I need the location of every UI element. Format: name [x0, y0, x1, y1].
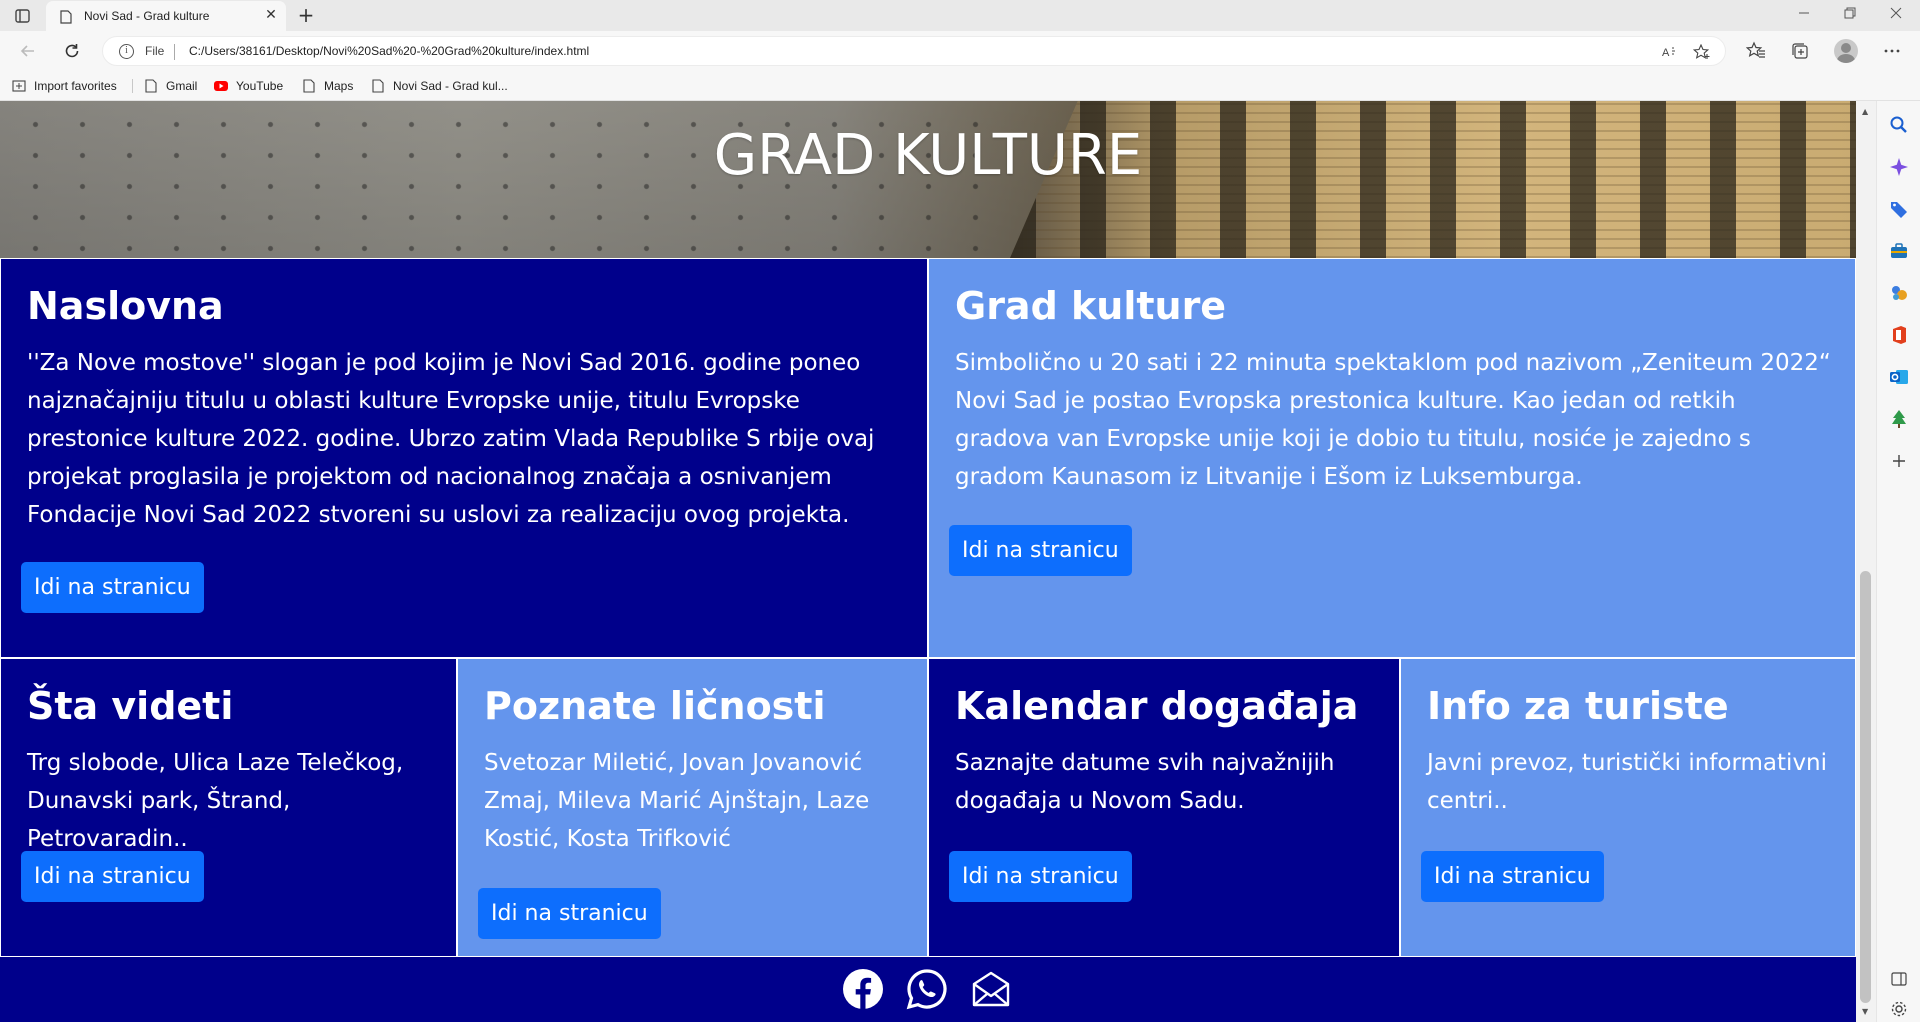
card-text: Saznajte datume svih najvažnijih događaj…: [955, 750, 1335, 814]
bookmark-maps[interactable]: Maps: [302, 77, 353, 95]
page-viewport: GRAD KULTURE Naslovna ''Za Nove mostove'…: [0, 101, 1856, 1022]
card-text: Svetozar Miletić, Jovan Jovanović Zmaj, …: [484, 750, 870, 852]
site-info-icon[interactable]: i: [119, 44, 134, 59]
settings-gear-icon[interactable]: [1889, 999, 1909, 1019]
card-kalendar-dogadjaja: Kalendar događaja Saznajte datume svih n…: [928, 658, 1400, 957]
favorites-icon[interactable]: [1745, 41, 1766, 61]
card-title: Poznate ličnosti: [484, 684, 826, 728]
card-title: Šta videti: [27, 684, 234, 728]
tab-bar: Novi Sad - Grad kulture ✕ +: [0, 0, 1920, 31]
card-text: Trg slobode, Ulica Laze Telečkog, Dunavs…: [27, 750, 404, 852]
browser-tab[interactable]: Novi Sad - Grad kulture ✕: [46, 1, 286, 31]
profile-avatar[interactable]: [1834, 39, 1858, 63]
browser-toolbar: i File C:/Users/38161/Desktop/Novi%20Sad…: [0, 31, 1920, 71]
card-button[interactable]: Idi na stranicu: [21, 851, 204, 902]
games-icon[interactable]: [1889, 283, 1909, 303]
sidebar-layout-icon[interactable]: [1889, 969, 1909, 989]
scroll-down-icon[interactable]: ▼: [1862, 1007, 1868, 1016]
hero-banner: GRAD KULTURE: [0, 101, 1856, 258]
card-button[interactable]: Idi na stranicu: [949, 851, 1132, 902]
search-icon[interactable]: [1889, 115, 1909, 135]
address-divider: [174, 44, 175, 60]
bookmarks-bar: Import favorites Gmail YouTube Maps Novi…: [0, 71, 1920, 101]
card-text: ''Za Nove mostove'' slogan je pod kojim …: [27, 350, 875, 528]
youtube-icon: [214, 79, 228, 93]
read-aloud-icon[interactable]: A: [1661, 44, 1679, 60]
back-arrow-icon[interactable]: [18, 41, 38, 61]
card-title: Kalendar događaja: [955, 684, 1359, 728]
restore-icon[interactable]: [1840, 6, 1860, 24]
bookmarks-divider: [132, 79, 133, 93]
scrollbar-thumb[interactable]: [1860, 571, 1871, 1003]
bookmark-label: YouTube: [236, 79, 284, 93]
close-tab-icon[interactable]: ✕: [264, 8, 278, 22]
tab-actions-icon[interactable]: [12, 7, 34, 25]
page-icon: [144, 79, 158, 93]
page-icon: [60, 9, 72, 24]
card-title: Grad kulture: [955, 284, 1227, 328]
card-button[interactable]: Idi na stranicu: [949, 525, 1132, 576]
tree-icon[interactable]: [1889, 409, 1909, 429]
card-grad-kulture: Grad kulture Simbolično u 20 sati i 22 m…: [928, 258, 1856, 658]
bookmark-label: Novi Sad - Grad kul...: [393, 79, 508, 93]
hero-title: GRAD KULTURE: [713, 123, 1143, 188]
add-favorite-icon[interactable]: [1692, 43, 1711, 60]
bookmark-novi-sad[interactable]: Novi Sad - Grad kul...: [371, 77, 508, 95]
address-bar[interactable]: i File C:/Users/38161/Desktop/Novi%20Sad…: [102, 36, 1726, 66]
page-scrollbar[interactable]: ▲ ▼: [1856, 101, 1876, 1022]
minimize-icon[interactable]: [1794, 6, 1814, 24]
more-options-icon[interactable]: [1882, 41, 1902, 61]
outlook-icon[interactable]: [1889, 367, 1909, 387]
facebook-icon[interactable]: [842, 968, 884, 1010]
refresh-icon[interactable]: [62, 41, 82, 61]
card-info-za-turiste: Info za turiste Javni prevoz, turistički…: [1400, 658, 1856, 957]
whatsapp-icon[interactable]: [906, 968, 948, 1010]
tools-icon[interactable]: [1889, 241, 1909, 261]
bookmark-youtube[interactable]: YouTube: [214, 77, 283, 95]
card-title: Naslovna: [27, 284, 224, 328]
tab-title: Novi Sad - Grad kulture: [84, 9, 210, 23]
page-icon: [302, 79, 316, 93]
address-url[interactable]: C:/Users/38161/Desktop/Novi%20Sad%20-%20…: [189, 44, 589, 58]
office-icon[interactable]: [1889, 325, 1909, 345]
window-close-icon[interactable]: [1886, 6, 1906, 24]
card-button[interactable]: Idi na stranicu: [1421, 851, 1604, 902]
new-tab-button[interactable]: +: [296, 5, 316, 25]
copilot-icon[interactable]: [1889, 157, 1909, 177]
browser-sidebar: [1876, 101, 1920, 1022]
card-text: Simbolično u 20 sati i 22 minuta spektak…: [955, 350, 1831, 490]
bookmark-import-favorites[interactable]: Import favorites: [12, 77, 117, 95]
card-text: Javni prevoz, turistički informativni ce…: [1427, 750, 1828, 814]
bookmark-gmail[interactable]: Gmail: [144, 77, 197, 95]
card-poznate-licnosti: Poznate ličnosti Svetozar Miletić, Jovan…: [457, 658, 928, 957]
bookmark-label: Maps: [324, 79, 354, 93]
card-sta-videti: Šta videti Trg slobode, Ulica Laze Teleč…: [0, 658, 457, 957]
card-title: Info za turiste: [1427, 684, 1729, 728]
mail-icon[interactable]: [970, 968, 1012, 1010]
bookmark-label: Import favorites: [34, 79, 117, 93]
svg-text:A: A: [1662, 47, 1670, 59]
add-icon[interactable]: [1889, 451, 1909, 471]
collections-icon[interactable]: [1790, 41, 1810, 61]
card-button[interactable]: Idi na stranicu: [478, 888, 661, 939]
scroll-up-icon[interactable]: ▲: [1862, 107, 1868, 116]
card-button[interactable]: Idi na stranicu: [21, 562, 204, 613]
page-icon: [371, 79, 385, 93]
shopping-tag-icon[interactable]: [1889, 199, 1909, 219]
address-protocol: File: [145, 44, 165, 58]
footer: [0, 957, 1856, 1022]
bookmark-label: Gmail: [166, 79, 198, 93]
card-naslovna: Naslovna ''Za Nove mostove'' slogan je p…: [0, 258, 928, 658]
import-icon: [12, 79, 26, 93]
